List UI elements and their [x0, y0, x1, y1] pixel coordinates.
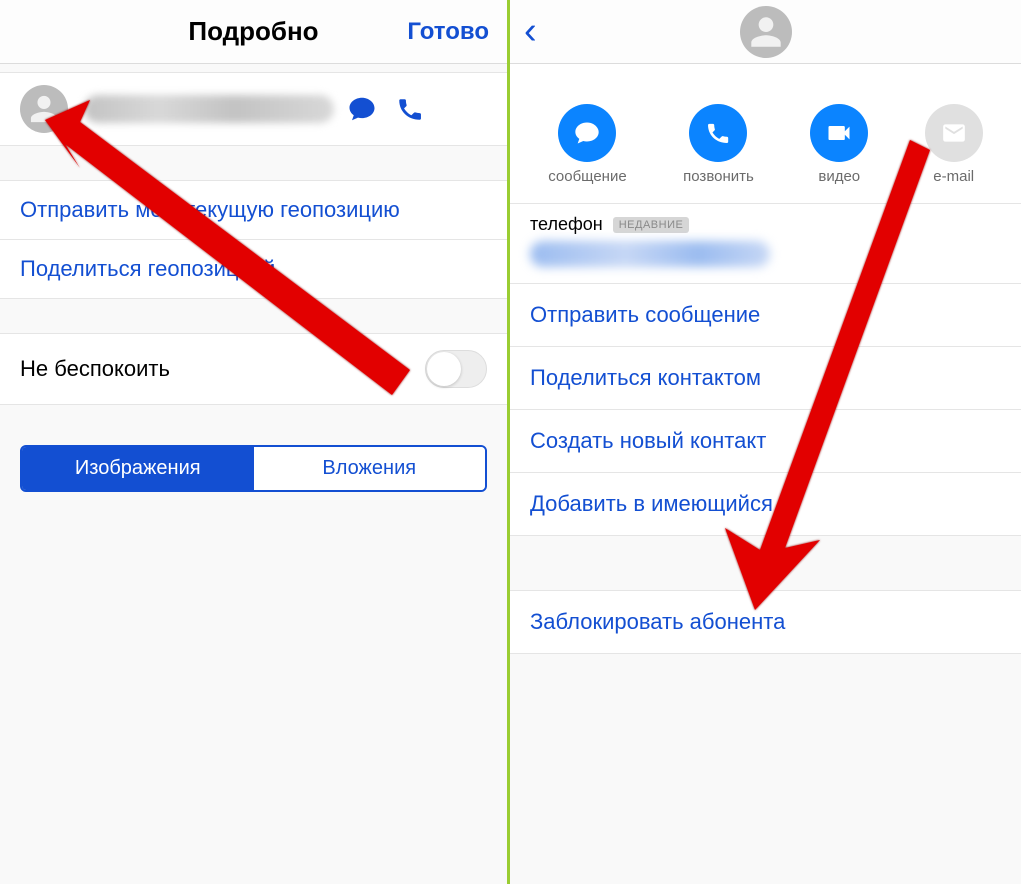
segment-attachments[interactable]: Вложения	[254, 447, 486, 490]
back-icon[interactable]: ‹	[524, 10, 537, 53]
recent-badge: НЕДАВНИЕ	[613, 217, 690, 233]
send-message-cell[interactable]: Отправить сообщение	[510, 284, 1021, 347]
call-icon[interactable]	[390, 89, 430, 129]
action-email: e-mail	[925, 104, 983, 185]
contact-card-screen: ‹ сообщение позвонить	[510, 0, 1021, 884]
create-contact-cell[interactable]: Создать новый контакт	[510, 410, 1021, 473]
share-current-location-cell[interactable]: Отправить мою текущую геопозицию	[0, 180, 507, 240]
video-icon	[810, 104, 868, 162]
dnd-switch[interactable]	[425, 350, 487, 388]
action-label: e-mail	[933, 168, 974, 185]
details-screen: Подробно Готово Отправить мою текущую ге…	[0, 0, 510, 884]
phone-number-blurred	[530, 241, 770, 267]
contact-number-blurred	[84, 95, 334, 123]
share-contact-cell[interactable]: Поделиться контактом	[510, 347, 1021, 410]
phone-section[interactable]: телефон НЕДАВНИЕ	[510, 204, 1021, 284]
email-icon	[925, 104, 983, 162]
share-live-location-cell[interactable]: Поделиться геопозицией	[0, 240, 507, 299]
nav-bar: Подробно Готово	[0, 0, 507, 64]
message-icon[interactable]	[342, 89, 382, 129]
action-call[interactable]: позвонить	[683, 104, 754, 185]
avatar-icon	[740, 6, 792, 58]
action-buttons-row: сообщение позвонить видео e-mail	[510, 64, 1021, 204]
action-label: сообщение	[548, 168, 626, 185]
segment-images[interactable]: Изображения	[22, 447, 254, 490]
do-not-disturb-cell: Не беспокоить	[0, 333, 507, 405]
action-label: видео	[818, 168, 860, 185]
action-message[interactable]: сообщение	[548, 104, 626, 185]
block-caller-cell[interactable]: Заблокировать абонента	[510, 590, 1021, 654]
contact-header-row[interactable]	[0, 72, 507, 146]
action-video[interactable]: видео	[810, 104, 868, 185]
dnd-label: Не беспокоить	[20, 356, 170, 382]
action-label: позвонить	[683, 168, 754, 185]
message-icon	[558, 104, 616, 162]
phone-label: телефон	[530, 214, 603, 235]
avatar-icon[interactable]	[20, 85, 68, 133]
nav-bar: ‹	[510, 0, 1021, 64]
call-icon	[689, 104, 747, 162]
segmented-control: Изображения Вложения	[20, 445, 487, 492]
done-button[interactable]: Готово	[407, 18, 489, 46]
add-to-existing-cell[interactable]: Добавить в имеющийся	[510, 473, 1021, 536]
